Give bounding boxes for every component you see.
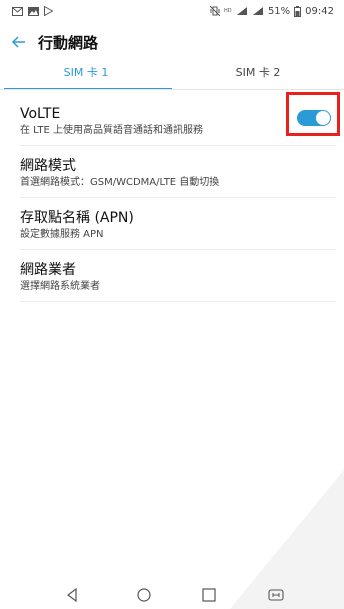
sim-tabs: SIM 卡 1 SIM 卡 2 bbox=[0, 60, 344, 90]
volte-subtitle: 在 LTE 上使用高品質語音通話和通訊服務 bbox=[20, 125, 203, 136]
status-bar: HD 51% 09:42 bbox=[0, 0, 344, 22]
divider bbox=[20, 249, 336, 250]
tab-sim-1[interactable]: SIM 卡 1 bbox=[0, 60, 172, 90]
volte-toggle[interactable] bbox=[297, 110, 331, 126]
divider bbox=[20, 145, 336, 146]
svg-text:HD: HD bbox=[224, 8, 232, 14]
battery-icon bbox=[294, 5, 302, 17]
carrier-subtitle: 選擇網路系統業者 bbox=[20, 281, 100, 292]
divider bbox=[20, 301, 336, 302]
list-item-network-mode[interactable]: 網路模式 首選網路模式：GSM/WCDMA/LTE 自動切換 bbox=[0, 152, 344, 198]
recents-square-icon[interactable] bbox=[199, 586, 219, 604]
vibrate-icon bbox=[209, 6, 220, 16]
divider bbox=[20, 197, 336, 198]
status-right-icons: HD 51% 09:42 bbox=[209, 5, 334, 17]
apn-title: 存取點名稱 (APN) bbox=[20, 210, 134, 226]
signal-icon bbox=[236, 6, 248, 16]
status-left-icons bbox=[12, 6, 53, 16]
list-item-carrier[interactable]: 網路業者 選擇網路系統業者 bbox=[0, 256, 344, 302]
page-title: 行動網路 bbox=[38, 33, 99, 52]
nav-bar bbox=[0, 580, 344, 609]
screen-mirror-icon[interactable] bbox=[266, 586, 286, 604]
list-item-apn[interactable]: 存取點名稱 (APN) 設定數據服務 APN bbox=[0, 204, 344, 250]
title-bar: 行動網路 bbox=[0, 28, 344, 56]
home-circle-icon[interactable] bbox=[134, 586, 154, 604]
image-icon bbox=[28, 6, 39, 16]
back-triangle-icon[interactable] bbox=[62, 586, 82, 604]
carrier-title: 網路業者 bbox=[20, 262, 76, 278]
signal-icon bbox=[252, 6, 264, 16]
volte-title: VoLTE bbox=[20, 106, 61, 122]
network-mode-title: 網路模式 bbox=[20, 158, 76, 174]
arrow-left-icon[interactable] bbox=[8, 31, 30, 53]
toggle-knob bbox=[316, 111, 330, 125]
mail-icon bbox=[12, 6, 23, 16]
hd-icon: HD bbox=[224, 6, 232, 16]
status-time: 09:42 bbox=[305, 5, 334, 17]
tab-divider bbox=[0, 89, 344, 90]
battery-percent: 51% bbox=[267, 5, 291, 17]
settings-screen: HD 51% 09:42 行動網路 SIM 卡 1 SIM 卡 2 VoLTE … bbox=[0, 0, 344, 609]
apn-subtitle: 設定數據服務 APN bbox=[20, 229, 104, 240]
play-store-icon bbox=[44, 6, 53, 16]
tab-sim-2[interactable]: SIM 卡 2 bbox=[172, 60, 344, 90]
network-mode-subtitle: 首選網路模式：GSM/WCDMA/LTE 自動切換 bbox=[20, 177, 220, 188]
